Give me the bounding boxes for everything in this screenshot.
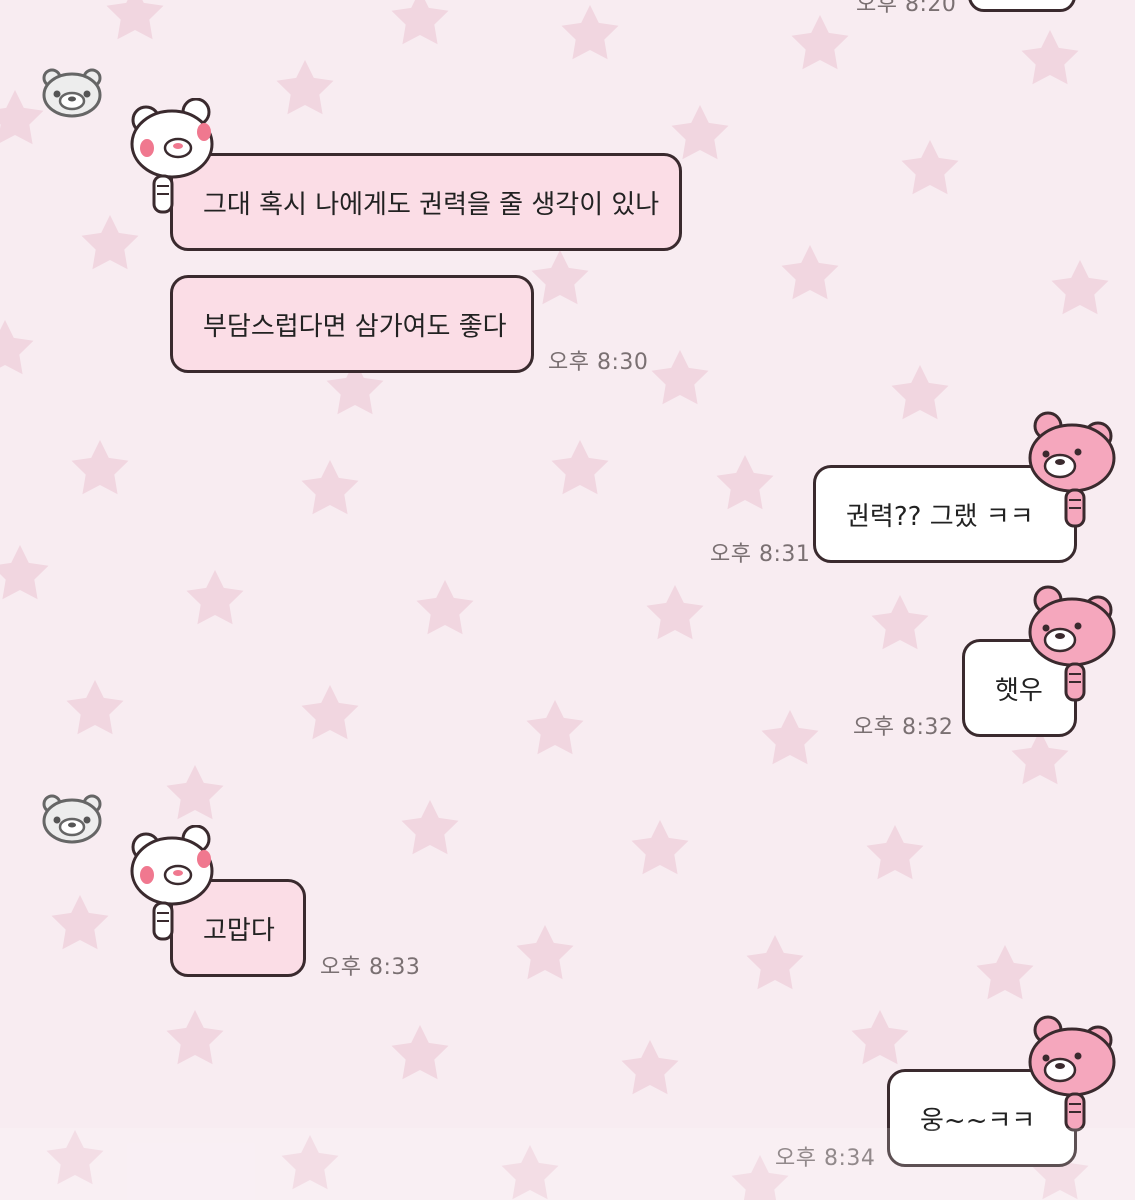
previous-message-bubble[interactable] [968,0,1076,12]
message-text: 권력?? 그랬 ㅋㅋ [846,501,1034,532]
message-time: 오후 8:30 [548,350,649,375]
white-bear-icon [130,98,214,214]
message-time: 오후 8:32 [853,715,954,740]
message-time: 오후 8:31 [710,542,811,567]
gray-bear-avatar-icon[interactable] [40,794,104,844]
message-bubble[interactable]: 그대 혹시 나에게도 권력을 줄 생각이 있나 [170,153,682,251]
message-time: 오후 8:33 [320,955,421,980]
pink-bear-icon [1028,411,1116,528]
message-text: 그대 혹시 나에게도 권력을 줄 생각이 있나 [203,189,660,220]
message-bubble[interactable]: 부담스럽다면 삼가여도 좋다 [170,275,534,373]
input-area-edge [0,1128,1135,1200]
pink-bear-icon [1028,1015,1116,1132]
message-text: 부담스럽다면 삼가여도 좋다 [203,311,507,342]
chat-message-list[interactable]: 오후 8:20 그대 혹시 나에게도 권력을 줄 생각이 있나 부담스럽다면 삼… [0,0,1135,1200]
previous-message-time: 오후 8:20 [856,0,957,17]
white-bear-icon [130,825,214,941]
gray-bear-avatar-icon[interactable] [40,68,104,118]
pink-bear-icon [1028,585,1116,702]
